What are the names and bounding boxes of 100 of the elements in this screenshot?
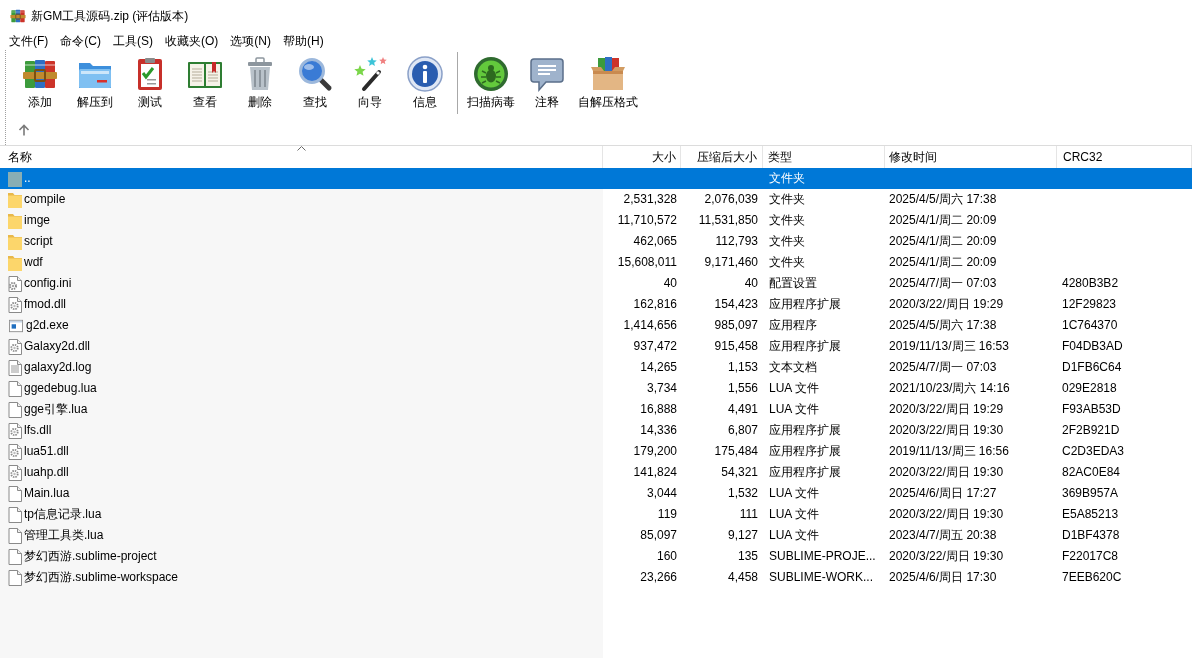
table-cell-text: 2020/3/22/周日 19:29 <box>888 401 1005 418</box>
file-icon <box>8 380 22 397</box>
file-icon <box>8 506 22 523</box>
table-cell-text: 23,266 <box>639 569 678 586</box>
toolbar-button[interactable]: 扫描病毒 <box>463 50 519 112</box>
gear-file-icon <box>8 422 22 439</box>
table-cell-text: 3,044 <box>645 485 678 502</box>
toolbar-button[interactable]: 删除 <box>232 50 287 112</box>
menu-item[interactable]: 工具(S) <box>107 32 159 50</box>
window-title: 新GM工具源码.zip (评估版本) <box>31 8 189 25</box>
file-row[interactable]: .. 文件夹 <box>0 168 1192 189</box>
table-cell-text: 175,484 <box>713 443 759 460</box>
table-cell-text: 2020/3/22/周日 19:29 <box>888 296 1005 313</box>
table-cell-text: 135 <box>736 548 759 565</box>
file-name: .. <box>24 170 31 187</box>
table-cell-text: 154,423 <box>713 296 759 313</box>
table-cell-text: 文件夹 <box>768 212 806 229</box>
table-cell-text: LUA 文件 <box>768 380 820 397</box>
table-cell-text: 2020/3/22/周日 19:30 <box>888 506 1005 523</box>
toolbar-button[interactable]: 向导 <box>342 50 397 112</box>
toolbar-button[interactable]: 自解压格式 <box>574 50 642 112</box>
menu-item[interactable]: 帮助(H) <box>277 32 330 50</box>
up-arrow-icon[interactable] <box>18 124 30 136</box>
file-icon <box>8 527 22 544</box>
table-cell-text: F04DB3AD <box>1061 338 1124 355</box>
toolbar-button[interactable]: 注释 <box>519 50 574 112</box>
table-cell-text: LUA 文件 <box>768 527 820 544</box>
books-icon <box>10 8 26 24</box>
table-cell-text: 369B957A <box>1061 485 1120 502</box>
table-cell-text: 112,793 <box>714 233 759 250</box>
table-cell-text: 11,710,572 <box>616 212 678 229</box>
info-icon <box>406 56 443 92</box>
table-cell-text: 2025/4/1/周二 20:09 <box>888 254 998 271</box>
table-cell-text: 应用程序扩展 <box>768 464 842 481</box>
gear-file-icon <box>8 464 22 481</box>
toolbar-button[interactable]: 信息 <box>397 50 452 112</box>
table-cell-text: 配置设置 <box>768 275 818 292</box>
table-cell-text: 1,532 <box>726 485 759 502</box>
table-cell-text: F93AB53D <box>1061 401 1122 418</box>
file-icon <box>8 548 22 565</box>
folder-icon <box>8 191 22 208</box>
table-cell-text: 6,807 <box>726 422 759 439</box>
table-cell-text: 40 <box>662 275 678 292</box>
toolbar-button[interactable]: 添加 <box>12 50 67 112</box>
folder-icon <box>8 254 22 271</box>
table-cell-text: 2025/4/1/周二 20:09 <box>888 212 998 229</box>
table-cell-text: 4,458 <box>726 569 759 586</box>
toolbar-button[interactable]: 测试 <box>122 50 177 112</box>
file-name: Galaxy2d.dll <box>24 338 91 355</box>
file-name: galaxy2d.log <box>24 359 92 376</box>
table-cell-text: 2019/11/13/周三 16:56 <box>888 443 1010 460</box>
table-cell-text: 9,171,460 <box>703 254 759 271</box>
file-name: 管理工具类.lua <box>24 527 104 544</box>
table-cell-text: 2025/4/5/周六 17:38 <box>888 191 998 208</box>
menu-item[interactable]: 文件(F) <box>3 32 55 50</box>
table-cell-text: 4280B3B2 <box>1061 275 1120 292</box>
table-cell-text: 937,472 <box>632 338 678 355</box>
box-icon <box>590 56 626 92</box>
file-name: luahp.dll <box>24 464 69 481</box>
table-cell-text: 文件夹 <box>768 233 806 250</box>
toolbar-button[interactable]: 解压到 <box>67 50 122 112</box>
table-cell-text: SUBLIME-PROJE... <box>768 548 877 565</box>
table-cell-text: LUA 文件 <box>768 506 820 523</box>
file-icon <box>8 401 22 418</box>
table-cell-text: LUA 文件 <box>768 485 820 502</box>
file-name: g2d.exe <box>26 317 69 334</box>
menu-item[interactable]: 收藏夹(O) <box>159 32 225 50</box>
table-cell-text: 1C764370 <box>1061 317 1119 334</box>
table-cell-text: E5A85213 <box>1061 506 1120 523</box>
menu-item[interactable]: 命令(C) <box>54 32 107 50</box>
table-cell-text: 文件夹 <box>768 170 806 187</box>
toolbar-button[interactable]: 查找 <box>287 50 342 112</box>
table-cell-text: D1BF4378 <box>1061 527 1121 544</box>
table-cell-text: 2025/4/6/周日 17:30 <box>888 569 998 586</box>
table-cell-text: 85,097 <box>639 527 678 544</box>
table-cell-text: 2025/4/5/周六 17:38 <box>888 317 998 334</box>
table-cell-text: D1FB6C64 <box>1061 359 1123 376</box>
file-name: 梦幻西游.sublime-workspace <box>24 569 179 586</box>
search-icon <box>296 56 333 92</box>
file-name: config.ini <box>24 275 72 292</box>
gear-file-icon <box>8 275 22 292</box>
table-cell-text: 1,153 <box>726 359 759 376</box>
file-name: Main.lua <box>24 485 70 502</box>
table-cell-text: 2F2B921D <box>1061 422 1121 439</box>
gear-file-icon <box>8 443 22 460</box>
table-cell-text: 2,531,328 <box>622 191 678 208</box>
tile-icon <box>8 170 22 187</box>
window-icon <box>8 318 24 333</box>
menu-item[interactable]: 选项(N) <box>224 32 277 50</box>
table-cell-text: C2D3EDA3 <box>1061 443 1126 460</box>
table-cell-text: 985,097 <box>713 317 759 334</box>
table-cell-text: 111 <box>738 506 759 523</box>
table-cell-text: 141,824 <box>632 464 678 481</box>
table-cell-text: 9,127 <box>726 527 759 544</box>
table-cell-text: 2021/10/23/周六 14:16 <box>888 380 1011 397</box>
toolbar-button[interactable]: 查看 <box>177 50 232 112</box>
table-cell-text: 2023/4/7/周五 20:38 <box>888 527 998 544</box>
file-name: script <box>24 233 53 250</box>
table-cell-text: 2025/4/7/周一 07:03 <box>888 275 998 292</box>
table-cell-text: 162,816 <box>632 296 678 313</box>
